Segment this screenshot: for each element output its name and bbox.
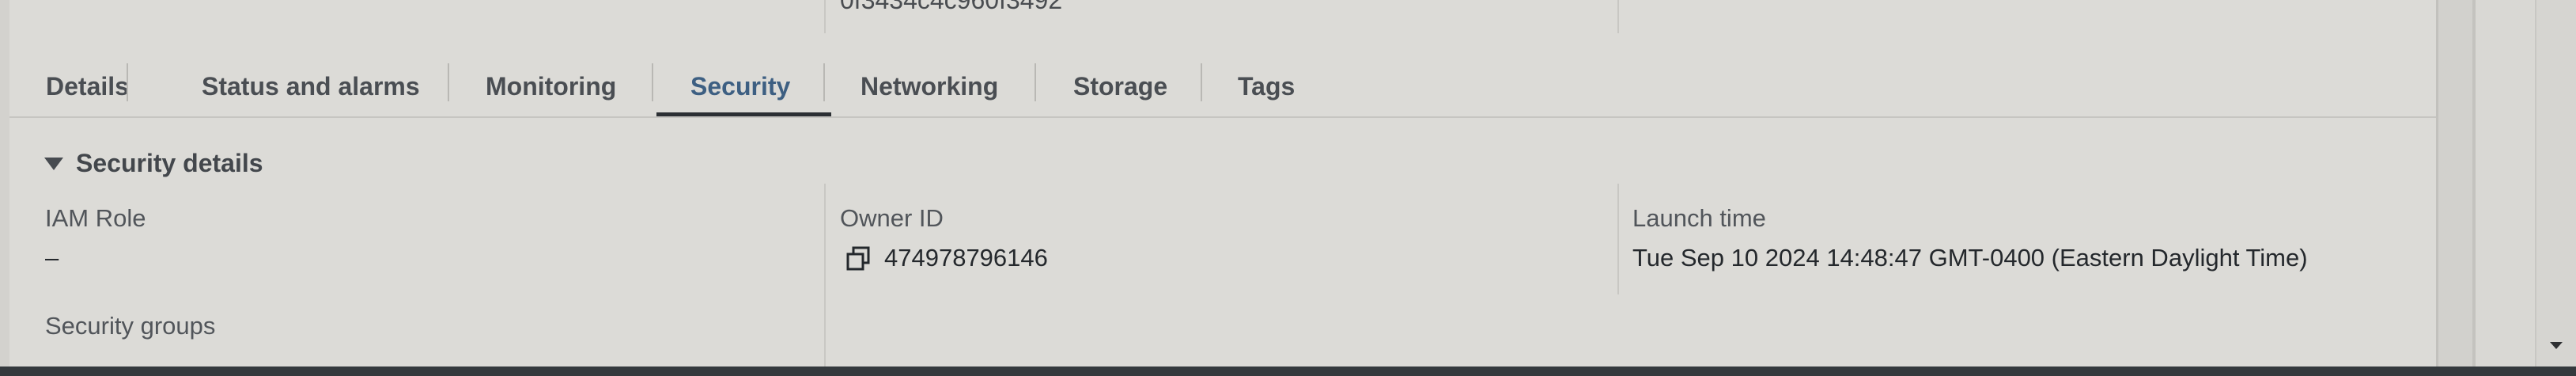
tab-separator [823, 63, 825, 101]
right-gutter-edge [2472, 0, 2476, 367]
launch-time-label: Launch time [1632, 204, 1766, 232]
column-divider [1617, 0, 1619, 33]
security-groups-label: Security groups [45, 312, 216, 340]
owner-id-label: Owner ID [840, 204, 944, 232]
right-gutter [2438, 0, 2476, 367]
section-title: Security details [76, 148, 263, 177]
owner-id-value[interactable]: 474978796146 [884, 244, 1048, 272]
tab-networking[interactable]: Networking [861, 65, 998, 108]
scroll-down-arrow-icon[interactable] [2550, 342, 2563, 349]
caret-down-icon [44, 158, 63, 170]
iam-role-label: IAM Role [45, 204, 146, 232]
launch-time-value: Tue Sep 10 2024 14:48:47 GMT-0400 (Easte… [1632, 244, 2308, 272]
clipped-value: 0f3434c4c960f3492 [840, 0, 1063, 14]
tab-separator [127, 63, 128, 101]
tab-security[interactable]: Security [690, 65, 790, 108]
tab-separator [448, 63, 449, 101]
tab-details[interactable]: Details [46, 65, 129, 108]
page-scrollbar[interactable] [2535, 0, 2576, 367]
tabs-divider [9, 116, 2436, 118]
tab-status-and-alarms[interactable]: Status and alarms [202, 65, 420, 108]
tab-tags[interactable]: Tags [1238, 65, 1295, 108]
column-divider [824, 0, 826, 33]
security-details-toggle[interactable]: Security details [44, 147, 263, 179]
column-divider [1617, 184, 1619, 294]
copy-owner-id-button[interactable] [845, 245, 872, 272]
tab-separator [1035, 63, 1036, 101]
iam-role-value: – [45, 244, 59, 272]
column-divider [824, 184, 826, 367]
detail-tabs: Details Status and alarms Monitoring Sec… [9, 55, 2436, 117]
tab-separator [1201, 63, 1202, 101]
tab-monitoring[interactable]: Monitoring [486, 65, 616, 108]
bottom-bar [0, 367, 2576, 376]
copy-icon [846, 246, 870, 271]
previous-section-row [9, 0, 2436, 33]
tab-separator [652, 63, 653, 101]
tab-storage[interactable]: Storage [1073, 65, 1167, 108]
